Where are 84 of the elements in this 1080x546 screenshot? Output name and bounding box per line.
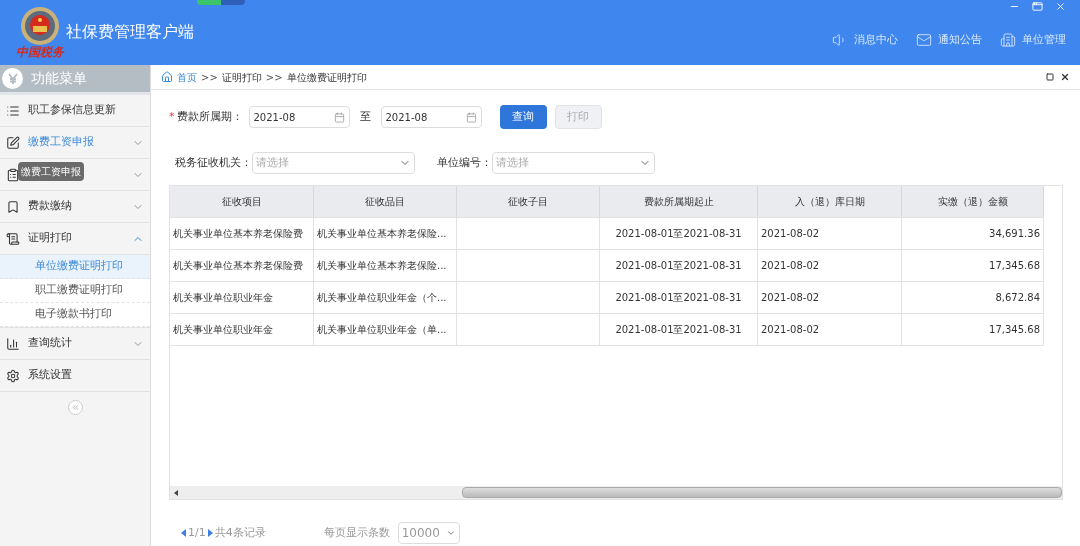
prev-page-icon[interactable] (181, 529, 186, 537)
column-header: 实缴（退）金额 (902, 186, 1044, 217)
calendar-icon (333, 111, 345, 123)
breadcrumb-item[interactable]: 首页 (177, 69, 197, 85)
breadcrumb-item: 单位缴费证明打印 (286, 70, 367, 85)
edit-icon (6, 135, 20, 150)
maximize-icon[interactable] (1046, 73, 1054, 81)
column-header: 征收品目 (314, 186, 457, 217)
app-title: 社保费管理客户端 (66, 21, 194, 43)
table-cell: 2021-08-02 (758, 250, 902, 281)
table-cell: 2021-08-02 (758, 314, 902, 345)
table-cell: 机关事业单位职业年金 (170, 314, 314, 345)
submenu-item[interactable]: 电子缴款书打印 (0, 303, 150, 327)
record-count: 共4条记录 (214, 524, 266, 541)
table-cell: 2021-08-02 (758, 282, 902, 313)
collapse-icon (70, 403, 80, 412)
table-cell: 机关事业单位基本养老保险费 (170, 218, 314, 249)
menu-item[interactable]: 职工参保信息更新 (0, 95, 150, 127)
breadcrumb-separator: >> (265, 70, 283, 85)
chart-icon (6, 336, 20, 351)
chevron-down-icon (445, 528, 456, 538)
date-field[interactable]: 2021-08 (248, 106, 350, 128)
close-icon[interactable] (1060, 72, 1070, 82)
table-cell: 机关事业单位基本养老保险... (314, 250, 457, 281)
query-button[interactable]: 查询 (499, 105, 547, 129)
table-cell: 34,691.36 (902, 218, 1044, 249)
table-cell: 机关事业单位职业年金（个... (314, 282, 457, 313)
column-header: 征收项目 (170, 186, 314, 217)
logo-caption: 中国税务 (16, 46, 64, 59)
bookmark-icon (6, 199, 20, 214)
tax-office-select[interactable]: 请选择 (252, 152, 415, 174)
menu-item[interactable]: 系统设置 (0, 360, 150, 392)
emblem-icon (18, 6, 62, 46)
table-cell: 17,345.68 (902, 250, 1044, 281)
settings-icon (6, 368, 20, 383)
table-cell: 2021-08-01至2021-08-31 (600, 218, 758, 249)
column-header: 费款所属期起止 (600, 186, 758, 217)
table-cell: 2021-08-01至2021-08-31 (600, 314, 758, 345)
table-cell: 8,672.84 (902, 282, 1044, 313)
mail-icon (916, 32, 932, 49)
table-cell: 2021-08-01至2021-08-31 (600, 250, 758, 281)
tax-office-label: 税务征收机关： (175, 154, 252, 171)
table-cell: 2021-08-01至2021-08-31 (600, 282, 758, 313)
menu-item[interactable]: 费款缴纳 (0, 191, 150, 223)
breadcrumb-item: 证明打印 (221, 70, 262, 85)
list-icon (6, 103, 20, 118)
unit-number-label: 单位编号： (437, 154, 492, 171)
restore-icon[interactable] (1032, 1, 1043, 12)
menu-item[interactable]: 查询统计 (0, 328, 150, 360)
submenu-item[interactable]: 职工缴费证明打印 (0, 279, 150, 303)
table-cell: 机关事业单位职业年金 (170, 282, 314, 313)
column-header: 入（退）库日期 (758, 186, 902, 217)
table-cell: 2021-08-02 (758, 218, 902, 249)
unit-number-select[interactable]: 请选择 (492, 152, 655, 174)
horizontal-scrollbar[interactable] (170, 486, 1062, 499)
sidebar-title: 功能菜单 (31, 69, 87, 88)
document-icon (6, 231, 20, 246)
page-size-label: 每页显示条数 (323, 524, 390, 541)
tooltip: 缴费工资申报 (18, 162, 84, 181)
submenu-item[interactable]: 单位缴费证明打印 (0, 255, 150, 279)
date-field[interactable]: 2021-08 (380, 106, 482, 128)
required-mark: * (169, 108, 175, 125)
period-label: 费款所属期： (176, 108, 243, 125)
page-indicator: 1/1 (188, 524, 206, 541)
building-icon (1000, 32, 1016, 49)
header-link[interactable]: 单位管理 (1000, 32, 1066, 49)
clipboard-icon (6, 167, 20, 182)
home-icon (161, 71, 173, 83)
scroll-left-icon[interactable] (174, 489, 178, 496)
table-cell: 机关事业单位职业年金（单... (314, 314, 457, 345)
header-link[interactable]: 消息中心 (832, 32, 898, 49)
scrollbar-thumb[interactable] (462, 487, 1062, 498)
table-cell: 机关事业单位基本养老保险... (314, 218, 457, 249)
column-header: 征收子目 (457, 186, 600, 217)
next-page-icon[interactable] (207, 529, 213, 537)
breadcrumb-separator: >> (201, 70, 218, 85)
calendar-icon (465, 111, 477, 123)
range-separator: 至 (359, 108, 371, 125)
table-cell: 17,345.68 (902, 314, 1044, 345)
table-cell: 机关事业单位基本养老保险费 (170, 250, 314, 281)
status-pill (197, 0, 245, 5)
header-link[interactable]: 通知公告 (916, 32, 982, 49)
page-size-select[interactable]: 10000 (397, 522, 460, 544)
menu-item[interactable]: 缴费工资申报 (0, 127, 150, 159)
